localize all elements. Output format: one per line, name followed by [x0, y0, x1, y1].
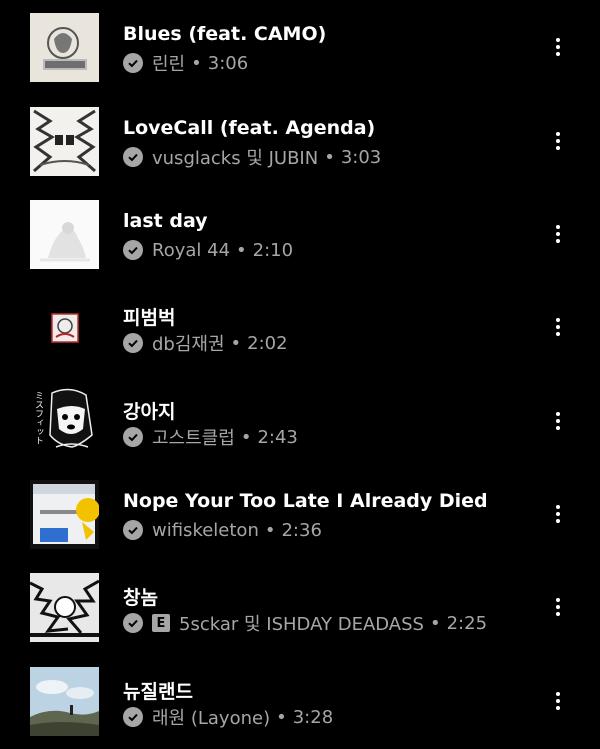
song-artist: vusglacks 및 JUBIN	[152, 148, 319, 169]
song-row[interactable]: last day Royal 44 • 2:10	[0, 200, 600, 280]
song-meta: vusglacks 및 JUBIN • 3:03	[123, 145, 381, 169]
more-vert-icon[interactable]	[546, 689, 570, 713]
album-art-blues	[30, 13, 99, 82]
song-duration: 2:25	[446, 612, 488, 634]
check-circle-icon	[123, 240, 143, 260]
song-artist: 5sckar 및 ISHDAY DEADASS	[179, 614, 424, 635]
separator-dot: •	[264, 519, 276, 541]
separator-dot: •	[230, 332, 242, 354]
song-meta: 래원 (Layone) • 3:28	[123, 705, 333, 729]
song-duration: 2:36	[281, 519, 322, 541]
song-list: Blues (feat. CAMO) 린린 • 3:06 LoveCall (f…	[0, 0, 600, 749]
check-circle-icon	[123, 613, 143, 633]
song-duration: 2:10	[252, 239, 294, 261]
more-vert-icon[interactable]	[546, 315, 570, 339]
album-art-pibeombeok	[30, 293, 99, 362]
song-artist: Royal 44	[152, 239, 231, 261]
song-artist: 린린	[152, 54, 186, 75]
more-vert-icon[interactable]	[546, 595, 570, 619]
more-vert-icon[interactable]	[546, 502, 570, 526]
song-title: last day	[123, 210, 208, 232]
song-artist: wifiskeleton	[152, 519, 259, 541]
song-meta: 고스트클럽 • 2:43	[123, 425, 298, 449]
separator-dot: •	[276, 706, 287, 728]
song-row[interactable]: Blues (feat. CAMO) 린린 • 3:06	[0, 13, 600, 93]
explicit-badge: E	[152, 614, 170, 632]
song-row[interactable]: LoveCall (feat. Agenda) vusglacks 및 JUBI…	[0, 107, 600, 187]
separator-dot: •	[240, 426, 252, 448]
separator-dot: •	[191, 52, 202, 74]
check-circle-icon	[123, 707, 143, 727]
song-artist: 래원 (Layone)	[152, 708, 271, 729]
song-artist: 고스트클럽	[152, 428, 235, 449]
more-vert-icon[interactable]	[546, 35, 570, 59]
separator-dot: •	[236, 239, 247, 261]
album-art-gangaji: ミスフィット	[30, 387, 99, 456]
separator-dot: •	[324, 146, 335, 168]
song-row[interactable]: 창놈 E 5sckar 및 ISHDAY DEADASS • 2:25	[0, 573, 600, 653]
song-duration: 3:03	[340, 146, 382, 168]
song-title: Blues (feat. CAMO)	[123, 23, 327, 45]
song-row[interactable]: 뉴질랜드 래원 (Layone) • 3:28	[0, 667, 600, 747]
album-art-new-zealand	[30, 667, 99, 736]
song-duration: 2:02	[247, 332, 288, 354]
song-meta: db김재권 • 2:02	[123, 331, 288, 355]
album-art-nope	[30, 480, 99, 549]
song-meta: E 5sckar 및 ISHDAY DEADASS • 2:25	[123, 611, 487, 635]
check-circle-icon	[123, 427, 143, 447]
song-row[interactable]: 피범벅 db김재권 • 2:02	[0, 293, 600, 373]
album-art-last-day	[30, 200, 99, 269]
song-title: 뉴질랜드	[123, 681, 193, 703]
song-row[interactable]: ミスフィット 강아지 고스트클럽 • 2:43	[0, 387, 600, 467]
more-vert-icon[interactable]	[546, 409, 570, 433]
song-title: 창놈	[123, 587, 158, 609]
song-meta: wifiskeleton • 2:36	[123, 518, 322, 542]
song-meta: 린린 • 3:06	[123, 51, 248, 75]
song-title: 피범벅	[123, 307, 176, 329]
check-circle-icon	[123, 147, 143, 167]
song-duration: 2:43	[257, 426, 298, 448]
song-title: LoveCall (feat. Agenda)	[123, 117, 376, 139]
song-title: Nope Your Too Late I Already Died	[123, 490, 488, 512]
song-duration: 3:06	[207, 52, 249, 74]
album-art-text: ミスフィット	[33, 391, 43, 445]
album-art-lovecall	[30, 107, 99, 176]
check-circle-icon	[123, 333, 143, 353]
separator-dot: •	[429, 612, 441, 634]
more-vert-icon[interactable]	[546, 129, 570, 153]
check-circle-icon	[123, 53, 143, 73]
song-meta: Royal 44 • 2:10	[123, 238, 293, 262]
song-duration: 3:28	[292, 706, 334, 728]
check-circle-icon	[123, 520, 143, 540]
song-title: 강아지	[123, 401, 176, 423]
song-artist: db김재권	[152, 334, 225, 355]
album-art-changnom	[30, 573, 99, 642]
more-vert-icon[interactable]	[546, 222, 570, 246]
song-row[interactable]: Nope Your Too Late I Already Died wifisk…	[0, 480, 600, 560]
